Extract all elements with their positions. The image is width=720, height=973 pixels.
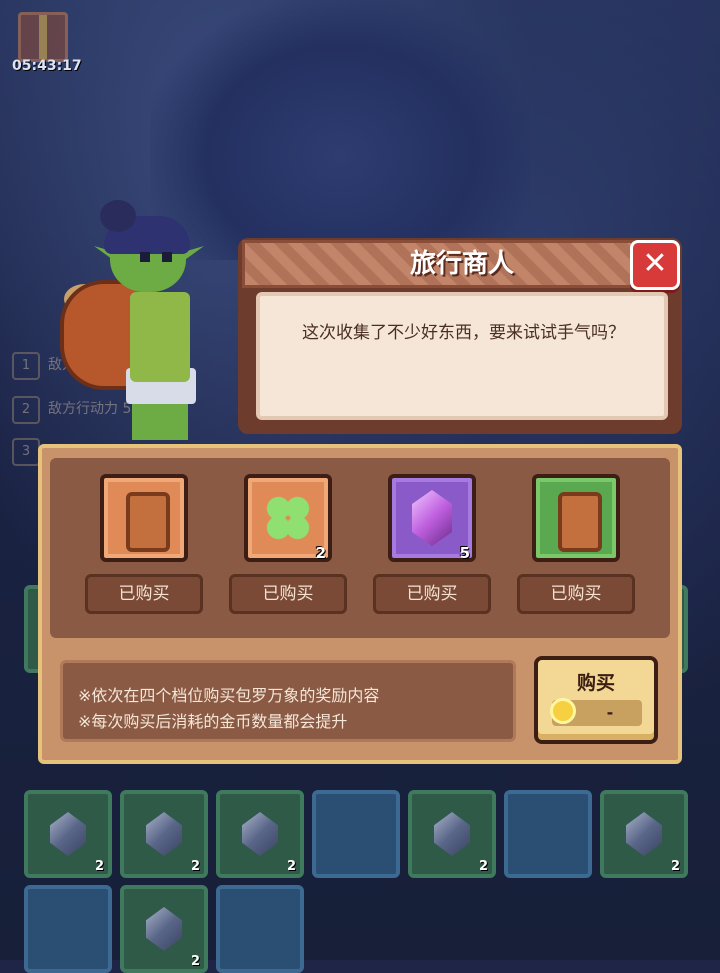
- scroll-icon: [558, 492, 602, 552]
- purple-gem-icon: [412, 490, 452, 546]
- bought-status-1: 已购买: [85, 574, 203, 614]
- item-count: 2: [94, 859, 104, 874]
- grid-cell-nest[interactable]: [312, 790, 400, 878]
- gold-coin-icon: [550, 698, 576, 724]
- merchant-legs: [132, 400, 188, 440]
- item-count: 2: [478, 859, 488, 874]
- item-count: 2: [286, 859, 296, 874]
- item-count: 2: [670, 859, 680, 874]
- shop-note-2: ※每次购买后消耗的金币数量都会提升: [78, 712, 348, 731]
- merchant-hair-bun: [100, 200, 136, 232]
- scroll-icon: [126, 492, 170, 552]
- bought-status-3: 已购买: [373, 574, 491, 614]
- grid-cell[interactable]: 2: [600, 790, 688, 878]
- item-count: 2: [190, 859, 200, 874]
- buy-price: -: [606, 703, 614, 722]
- travelling-merchant-character: [60, 200, 230, 445]
- rule-number: 3: [12, 438, 40, 466]
- shop-note-1: ※依次在四个档位购买包罗万象的奖励内容: [78, 686, 380, 705]
- grey-gem-icon: [626, 812, 662, 856]
- merchant-eye: [140, 252, 150, 262]
- grey-gem-icon: [50, 812, 86, 856]
- grey-gem-icon: [146, 812, 182, 856]
- clover-icon: [264, 494, 312, 542]
- grid-cell[interactable]: 2: [216, 790, 304, 878]
- bought-status-2: 已购买: [229, 574, 347, 614]
- bought-status-4: 已购买: [517, 574, 635, 614]
- grid-cell[interactable]: 2: [120, 790, 208, 878]
- item-count: 2: [190, 954, 200, 969]
- close-icon: ✕: [642, 246, 668, 281]
- merchant-eye: [162, 252, 172, 262]
- item-count: 2: [315, 544, 326, 562]
- shop-slot-2[interactable]: 2: [244, 474, 332, 562]
- buy-button-label[interactable]: 购买: [534, 668, 658, 695]
- rule-number: 1: [12, 352, 40, 380]
- gift-icon[interactable]: [18, 12, 68, 62]
- dialog-message-box: [256, 292, 668, 420]
- grey-gem-icon: [146, 907, 182, 951]
- grey-gem-icon: [242, 812, 278, 856]
- grid-cell[interactable]: 2: [24, 790, 112, 878]
- item-count: 5: [459, 544, 470, 562]
- dialog-title: 旅行商人: [409, 249, 514, 279]
- grey-gem-icon: [434, 812, 470, 856]
- rule-number: 2: [12, 396, 40, 424]
- close-button[interactable]: ✕: [630, 240, 680, 290]
- dialog-message: 这次收集了不少好东西，要来试试手气吗？: [302, 323, 625, 343]
- shop-slot-3[interactable]: 5: [388, 474, 476, 562]
- grid-cell-chest[interactable]: [504, 790, 592, 878]
- grid-cell[interactable]: 2: [408, 790, 496, 878]
- shop-slot-4[interactable]: [532, 474, 620, 562]
- countdown-timer: 05:43:17: [12, 58, 82, 74]
- shop-slot-1[interactable]: [100, 474, 188, 562]
- merchant-body: [130, 292, 190, 382]
